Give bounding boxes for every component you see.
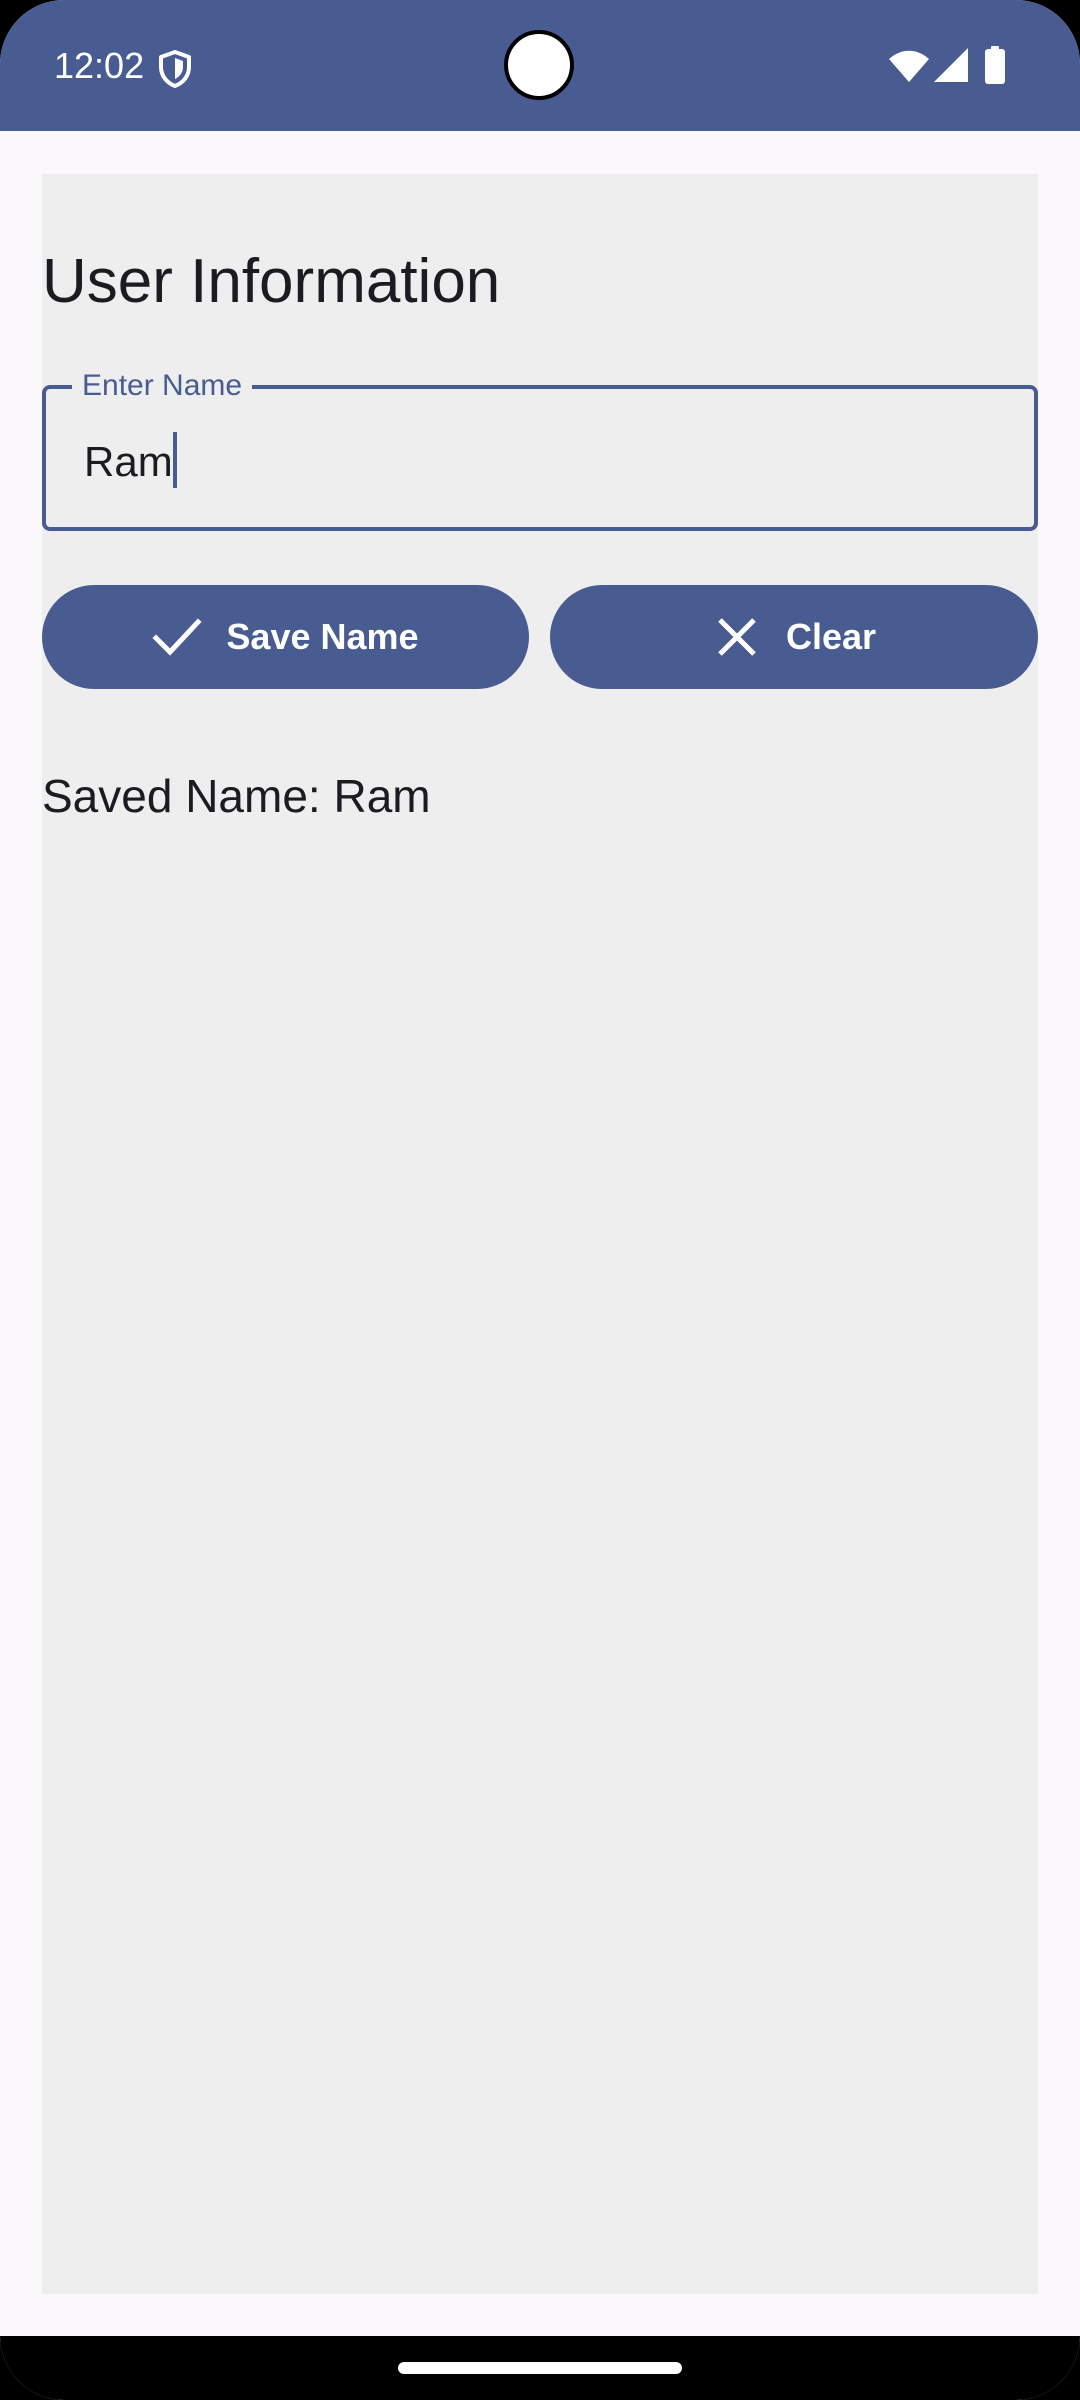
clear-button-label: Clear [785,616,877,657]
status-bar: 12:02 [0,0,1080,131]
check-icon [152,618,202,656]
save-name-button-label: Save Name [226,616,419,657]
shield-icon [159,50,191,88]
battery-icon [985,46,1005,84]
close-icon [718,618,756,656]
saved-name-text: Saved Name: Ram [42,770,431,822]
name-input-value[interactable]: Ram [84,436,173,488]
status-time: 12:02 [54,45,145,86]
camera-cutout [504,30,574,100]
name-input-label: Enter Name [72,368,253,404]
device-screen: 12:02 User Information Enter Name Ram Sa… [0,0,1080,2400]
home-gesture-handle[interactable] [398,2362,682,2374]
text-cursor [173,432,177,488]
signal-icon [934,48,968,82]
name-input[interactable] [42,385,1038,531]
page-title: User Information [42,247,501,316]
wifi-icon [889,50,929,82]
save-name-button[interactable]: Save Name [42,585,529,689]
clear-button[interactable]: Clear [550,585,1038,689]
